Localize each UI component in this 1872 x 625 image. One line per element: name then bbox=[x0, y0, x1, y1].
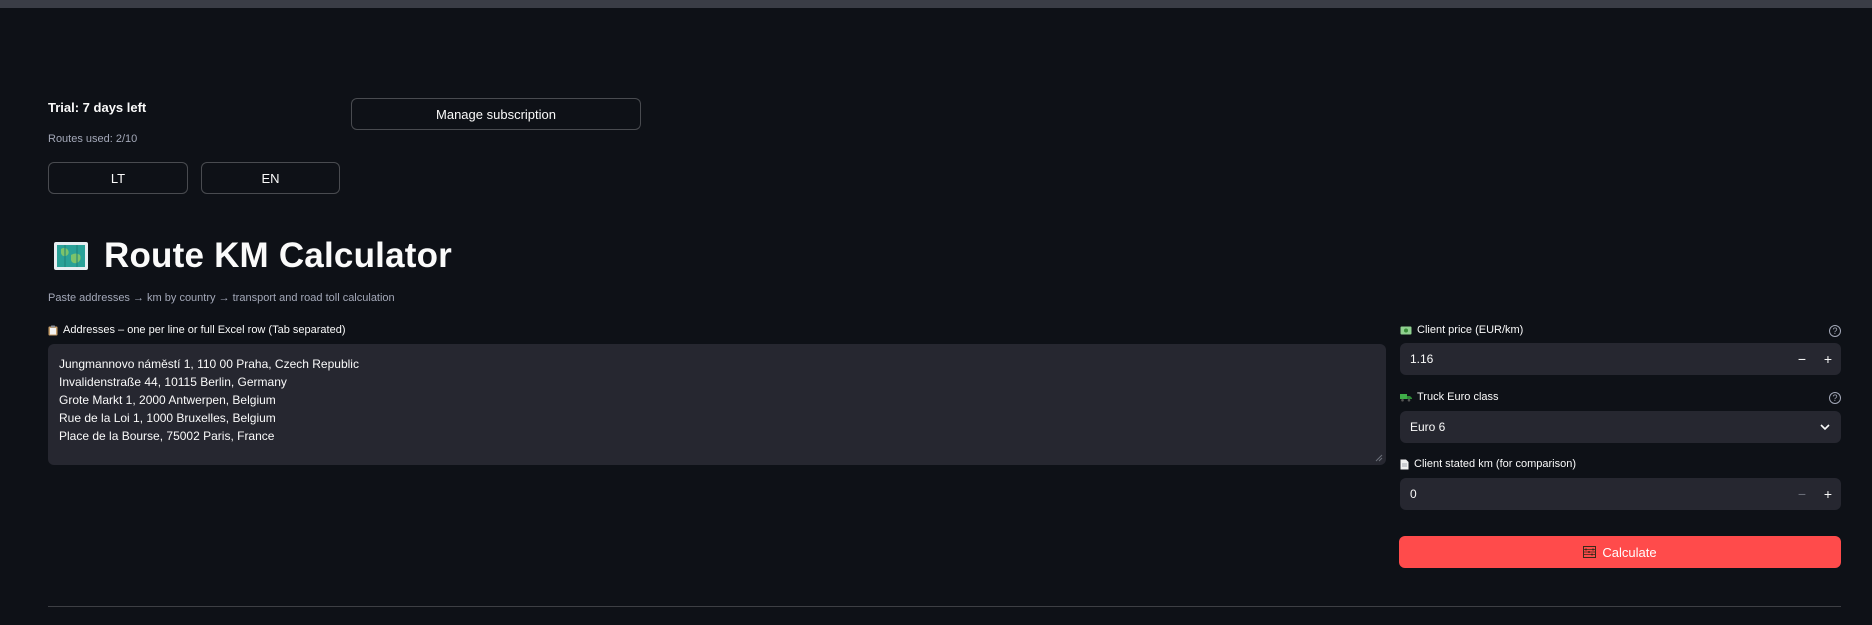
page-title: Route KM Calculator bbox=[104, 236, 452, 275]
calculate-button[interactable]: Calculate bbox=[1399, 536, 1841, 568]
world-map-icon bbox=[54, 242, 88, 270]
client-price-label-text: Client price (EUR/km) bbox=[1417, 324, 1524, 336]
section-divider bbox=[48, 606, 1841, 607]
client-km-label-text: Client stated km (for comparison) bbox=[1414, 458, 1576, 470]
help-icon[interactable]: ? bbox=[1829, 325, 1841, 337]
truck-class-value: Euro 6 bbox=[1410, 420, 1446, 434]
routes-used-count: Routes used: 2/10 bbox=[48, 133, 138, 145]
client-price-input[interactable]: 1.16 − + bbox=[1400, 343, 1841, 375]
document-icon bbox=[1400, 459, 1409, 469]
clipboard-icon bbox=[48, 325, 58, 335]
decrement-button[interactable]: − bbox=[1789, 478, 1815, 510]
client-km-input[interactable]: 0 − + bbox=[1400, 478, 1841, 510]
trial-status: Trial: 7 days left bbox=[48, 100, 147, 115]
help-icon[interactable]: ? bbox=[1829, 392, 1841, 404]
increment-button[interactable]: + bbox=[1815, 478, 1841, 510]
calculate-button-label: Calculate bbox=[1602, 544, 1657, 560]
language-lt-button[interactable]: LT bbox=[48, 162, 188, 194]
address-line: Rue de la Loi 1, 1000 Bruxelles, Belgium bbox=[59, 411, 276, 425]
top-toolbar-strip bbox=[0, 0, 1872, 8]
truck-class-label: Truck Euro class bbox=[1400, 391, 1499, 403]
resize-handle-icon[interactable] bbox=[1375, 454, 1383, 462]
truck-class-label-text: Truck Euro class bbox=[1417, 391, 1499, 403]
truck-icon bbox=[1400, 393, 1412, 401]
decrement-button[interactable]: − bbox=[1789, 343, 1815, 375]
language-en-button[interactable]: EN bbox=[201, 162, 340, 194]
addresses-textarea[interactable]: Jungmannovo náměstí 1, 110 00 Praha, Cze… bbox=[48, 344, 1386, 465]
client-km-label: Client stated km (for comparison) bbox=[1400, 458, 1576, 470]
abacus-icon bbox=[1583, 546, 1597, 558]
client-price-value[interactable]: 1.16 bbox=[1400, 352, 1789, 366]
page-subtitle: Paste addresses → km by country → transp… bbox=[48, 292, 395, 304]
address-line: Invalidenstraße 44, 10115 Berlin, German… bbox=[59, 375, 287, 389]
client-km-value[interactable]: 0 bbox=[1400, 487, 1789, 501]
addresses-label-text: Addresses – one per line or full Excel r… bbox=[63, 324, 346, 336]
address-line: Place de la Bourse, 75002 Paris, France bbox=[59, 429, 275, 443]
manage-subscription-button[interactable]: Manage subscription bbox=[351, 98, 641, 130]
client-price-label: Client price (EUR/km) bbox=[1400, 324, 1523, 336]
increment-button[interactable]: + bbox=[1815, 343, 1841, 375]
page-header: Route KM Calculator bbox=[52, 236, 452, 276]
address-line: Grote Markt 1, 2000 Antwerpen, Belgium bbox=[59, 393, 276, 407]
addresses-label: Addresses – one per line or full Excel r… bbox=[48, 324, 345, 336]
truck-class-select[interactable]: Euro 6 bbox=[1400, 411, 1841, 443]
money-icon bbox=[1400, 326, 1412, 334]
chevron-down-icon bbox=[1820, 424, 1830, 431]
address-line: Jungmannovo náměstí 1, 110 00 Praha, Cze… bbox=[59, 357, 359, 371]
